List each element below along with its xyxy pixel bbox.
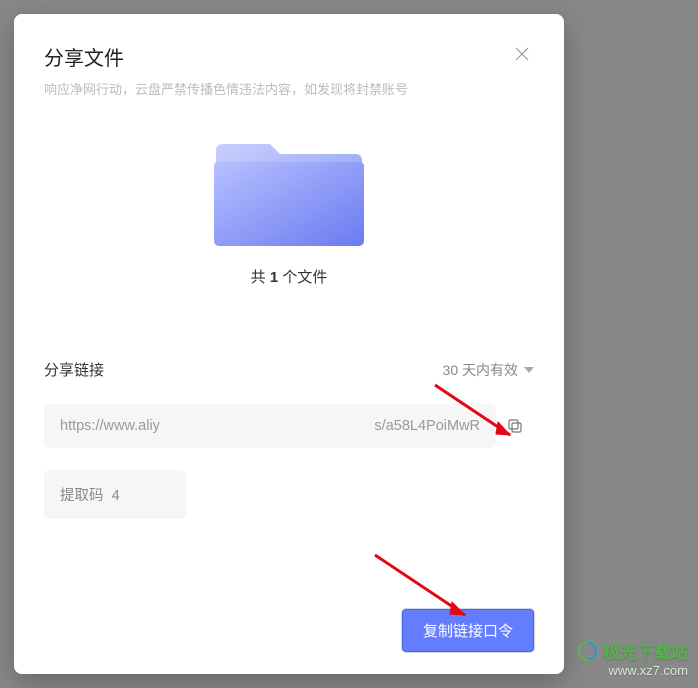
extract-code-field[interactable]: 提取码 4 [44, 470, 186, 519]
file-count-suffix: 个文件 [278, 269, 327, 286]
watermark-logo-icon [577, 640, 599, 662]
close-button[interactable] [510, 42, 534, 66]
watermark-url: www.xz7.com [577, 663, 688, 678]
folder-icon [214, 128, 364, 248]
expiry-dropdown[interactable]: 30 天内有效 [443, 360, 534, 380]
copy-link-password-button[interactable]: 复制链接口令 [402, 609, 534, 652]
share-file-modal: 分享文件 响应净网行动，云盘严禁传播色情违法内容，如发现将封禁账号 [14, 14, 564, 674]
modal-title: 分享文件 [44, 42, 124, 71]
share-link-label: 分享链接 [44, 359, 104, 380]
extract-code-value: 4 [112, 488, 120, 504]
watermark-name: 极光下载站 [603, 638, 688, 663]
file-count-prefix: 共 [251, 269, 270, 286]
copy-link-button[interactable] [496, 417, 534, 435]
link-text-part1: https://www.aliy [60, 418, 160, 434]
link-text-part2: s/a58L4PoiMwR [374, 418, 480, 434]
chevron-down-icon [524, 365, 534, 375]
expiry-label: 30 天内有效 [443, 360, 518, 380]
modal-subtitle: 响应净网行动，云盘严禁传播色情违法内容，如发现将封禁账号 [44, 79, 534, 98]
extract-code-label: 提取码 [60, 488, 104, 504]
watermark: 极光下载站 www.xz7.com [577, 638, 688, 678]
file-count-text: 共 1 个文件 [44, 266, 534, 287]
close-icon [513, 45, 531, 63]
copy-icon [506, 417, 524, 435]
file-count-number: 1 [270, 269, 278, 286]
share-link-field[interactable]: https://www.aliy s/a58L4PoiMwR [44, 404, 496, 448]
